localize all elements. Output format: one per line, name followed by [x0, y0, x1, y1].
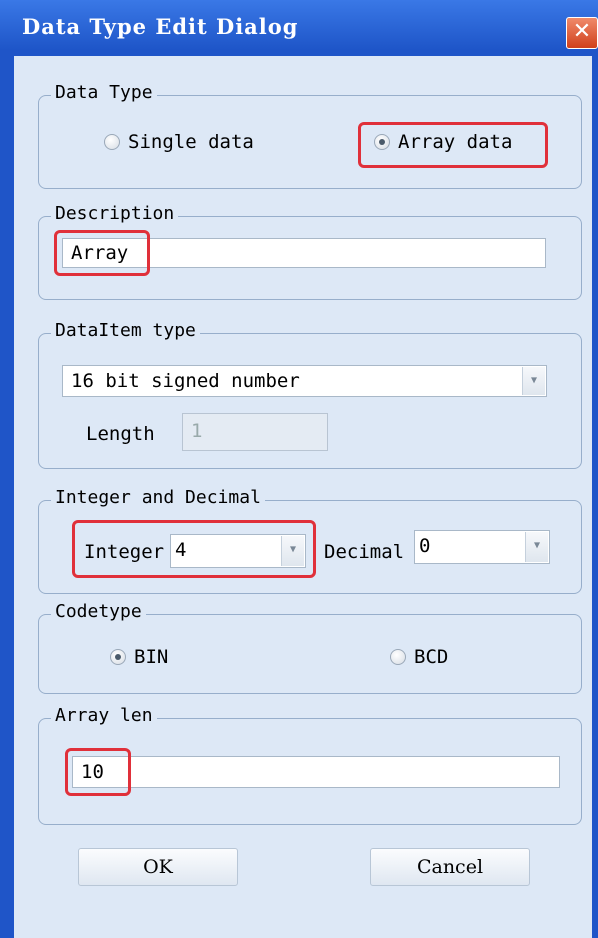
single-data-radio[interactable]: Single data	[104, 131, 254, 153]
radio-checked-icon	[110, 649, 126, 665]
decimal-value: 0	[419, 535, 431, 557]
array-data-highlight	[358, 122, 548, 168]
data-type-edit-dialog: Data Type Edit Dialog ✕ Data Type Single…	[0, 0, 598, 938]
description-legend: Description	[51, 203, 179, 224]
description-highlight	[54, 230, 150, 276]
length-input[interactable]: 1	[182, 413, 328, 451]
title-bar[interactable]: Data Type Edit Dialog	[0, 0, 598, 50]
bin-label: BIN	[134, 646, 169, 668]
bcd-label: BCD	[414, 646, 449, 668]
bcd-radio[interactable]: BCD	[390, 646, 448, 668]
close-icon: ✕	[572, 19, 592, 44]
array-len-highlight	[65, 748, 131, 796]
cancel-button[interactable]: Cancel	[370, 848, 530, 886]
data-item-type-legend: DataItem type	[51, 320, 200, 341]
dialog-title: Data Type Edit Dialog	[22, 14, 299, 39]
data-item-type-value: 16 bit signed number	[71, 370, 300, 392]
integer-decimal-legend: Integer and Decimal	[51, 487, 265, 508]
array-len-input[interactable]: 10	[72, 756, 560, 788]
ok-button[interactable]: OK	[78, 848, 238, 886]
bin-radio[interactable]: BIN	[110, 646, 168, 668]
data-type-legend: Data Type	[51, 82, 157, 103]
codetype-legend: Codetype	[51, 601, 146, 622]
array-len-legend: Array len	[51, 705, 157, 726]
chevron-down-icon[interactable]: ▼	[525, 532, 548, 562]
radio-unchecked-icon	[104, 134, 120, 150]
length-label: Length	[86, 423, 155, 445]
chevron-down-icon[interactable]: ▼	[522, 367, 545, 395]
single-data-label: Single data	[128, 131, 254, 153]
data-item-type-select[interactable]: 16 bit signed number ▼	[62, 365, 547, 397]
decimal-select[interactable]: 0 ▼	[414, 530, 550, 564]
radio-unchecked-icon	[390, 649, 406, 665]
close-button[interactable]: ✕	[566, 17, 598, 49]
integer-highlight	[72, 520, 316, 578]
decimal-label: Decimal	[324, 541, 405, 563]
